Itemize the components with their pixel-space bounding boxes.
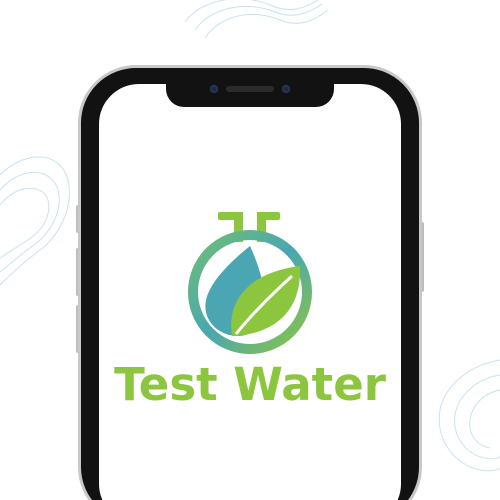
app-name-title: Test Water	[114, 358, 386, 411]
flask-leaf-water-icon	[188, 212, 312, 354]
mockup-stage: Test Water	[0, 0, 500, 500]
